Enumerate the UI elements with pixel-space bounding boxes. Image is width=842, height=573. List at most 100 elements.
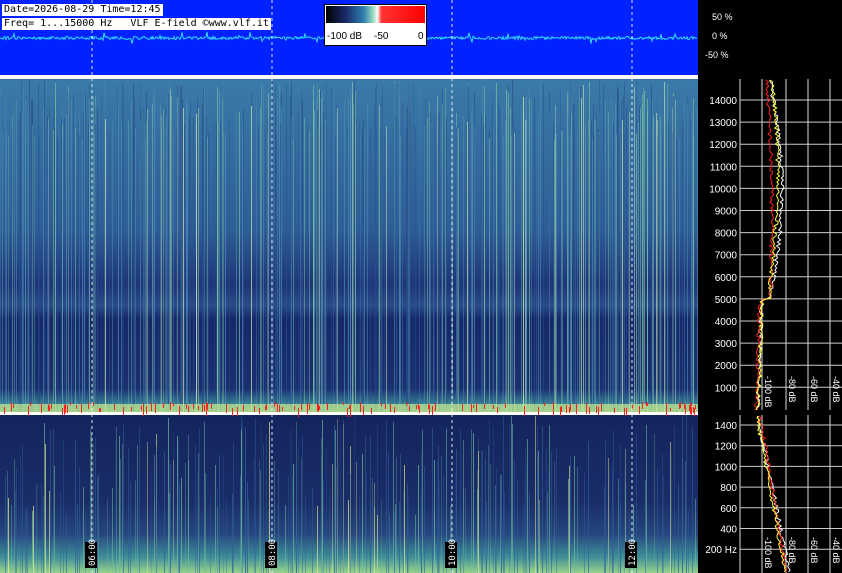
sferic-streak-low (135, 480, 136, 573)
sferic-streak (363, 120, 364, 412)
freq-tick-label-low: 400 (720, 525, 737, 536)
hot-spike (70, 402, 71, 405)
hot-spike (685, 405, 686, 411)
sferic-streak (256, 101, 257, 412)
sferic-streak (317, 111, 318, 412)
sferic-streak-low (170, 464, 171, 573)
sferic-streak-low (232, 494, 233, 573)
sferic-streak-low (7, 471, 8, 573)
sferic-streak (384, 131, 385, 412)
freq-tick-label: 7000 (715, 251, 738, 262)
sferic-streak-low (482, 450, 483, 573)
sferic-streak-low (386, 421, 387, 573)
sferic-streak (316, 100, 317, 412)
sferic-streak (691, 112, 692, 412)
sferic-streak-low (323, 480, 324, 573)
sferic-streak-low (504, 491, 505, 573)
sferic-streak (356, 119, 357, 412)
sferic-streak-low (185, 463, 186, 573)
sferic-streak-low (415, 515, 416, 573)
sferic-streak-low (365, 436, 366, 573)
sferic-streak (439, 111, 440, 412)
sferic-streak-low (15, 490, 16, 573)
sferic-streak (348, 99, 349, 412)
hot-spike (553, 402, 554, 412)
sferic-streak (506, 90, 507, 412)
sferic-streak-low (245, 427, 246, 573)
sferic-streak (94, 134, 95, 412)
sferic-streak-low (605, 441, 606, 573)
sferic-streak (596, 114, 597, 412)
sferic-streak (163, 110, 164, 412)
sferic-streak-low (173, 432, 174, 573)
hot-spike (419, 406, 420, 413)
sferic-streak (636, 134, 637, 412)
sferic-streak-low (195, 446, 196, 573)
sferic-streak-low (259, 460, 260, 573)
sferic-streak (131, 100, 132, 412)
sferic-streak (472, 123, 473, 412)
sferic-streak (481, 115, 482, 412)
sferic-streak-low (278, 470, 279, 573)
freq-tick-label: 12000 (709, 140, 737, 151)
sferic-streak-low (556, 448, 557, 573)
sferic-streak-low (548, 470, 549, 573)
sferic-streak-low (399, 502, 400, 573)
sferic-streak-low (260, 470, 261, 573)
sferic-streak (28, 104, 29, 412)
sferic-streak (580, 86, 581, 412)
sferic-streak (168, 123, 169, 412)
hot-spike (363, 406, 364, 415)
hot-spike (170, 402, 171, 410)
sferic-streak (526, 120, 527, 412)
vlf-spectrogram-display: 06:00 08:00 10:00 12:00 14000 13000 12000 11000… (0, 0, 842, 573)
sferic-streak (322, 91, 323, 412)
sferic-streak (626, 108, 627, 412)
sferic-streak-low (54, 466, 55, 573)
hot-spike (186, 404, 187, 409)
sferic-streak (203, 86, 204, 412)
sferic-streak (489, 138, 490, 412)
sferic-streak (336, 113, 337, 412)
hot-spike (646, 403, 647, 406)
hot-spike (51, 404, 52, 409)
sferic-streak-low (301, 458, 302, 573)
sferic-streak (531, 101, 532, 412)
sferic-streak (409, 98, 410, 412)
sferic-streak (165, 107, 166, 412)
sferic-streak (34, 137, 35, 412)
sferic-streak (640, 108, 641, 412)
sferic-streak (556, 134, 557, 412)
hot-spike (418, 404, 419, 409)
sferic-streak (321, 98, 322, 412)
sferic-streak (560, 88, 561, 412)
freq-tick-label: 9000 (715, 207, 738, 218)
hot-spike (566, 407, 567, 413)
sferic-streak-low (551, 452, 552, 573)
sferic-streak-low (332, 464, 333, 573)
sferic-streak (276, 134, 277, 412)
sferic-streak-low (44, 423, 45, 573)
colorbar: -100 dB -50 0 (324, 4, 427, 46)
sferic-streak (567, 112, 568, 412)
hot-spike (429, 405, 430, 412)
sferic-streak (692, 123, 693, 412)
sferic-streak-low (49, 491, 50, 573)
sferic-streak-low (529, 493, 530, 573)
time-mark-label: 12:00 (625, 539, 638, 568)
sferic-streak (660, 117, 661, 412)
hot-spike (493, 405, 494, 409)
sferic-streak (176, 129, 177, 412)
sferic-streak (193, 117, 194, 412)
sferic-streak-low (240, 476, 241, 573)
sferic-streak (359, 117, 360, 412)
sferic-streak (93, 97, 94, 412)
sferic-streak (268, 93, 269, 412)
hot-spike (406, 402, 407, 406)
hot-spike (198, 406, 199, 410)
sferic-streak (279, 85, 280, 412)
sferic-streak (177, 97, 178, 412)
hot-spike (4, 407, 5, 414)
sferic-streak (85, 92, 86, 412)
sferic-streak (38, 85, 39, 412)
